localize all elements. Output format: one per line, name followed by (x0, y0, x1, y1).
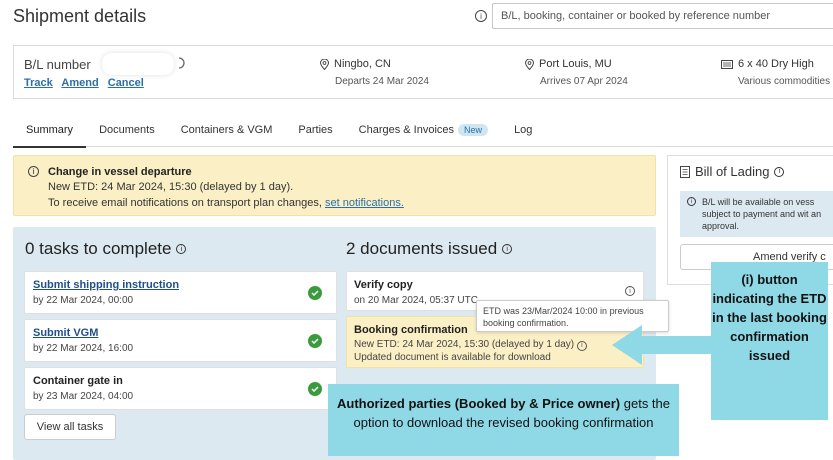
document-name: Verify copy (354, 279, 413, 291)
check-icon (308, 382, 322, 396)
documents-heading: 2 documents issued i (346, 239, 513, 259)
download-callout: Authorized parties (Booked by & Price ow… (328, 384, 679, 456)
tasks-heading: 0 tasks to complete i (25, 239, 187, 259)
tab-summary[interactable]: Summary (13, 118, 87, 148)
check-icon (308, 286, 322, 300)
tab-bar: Summary Documents Containers & VGM Parti… (13, 118, 833, 148)
bill-of-lading-note: i B/L will be available on vess subject … (680, 191, 833, 237)
alert-notification-text: To receive email notifications on transp… (48, 197, 404, 209)
document-date: on 20 Mar 2024, 05:37 UTC (354, 295, 478, 306)
page-title: Shipment details (13, 6, 147, 26)
copy-icon[interactable] (178, 57, 186, 72)
task-card: Submit shipping instruction by 22 Mar 20… (24, 271, 337, 314)
tab-log[interactable]: Log (501, 118, 545, 147)
search-bar: i (471, 3, 833, 29)
new-badge: New (458, 124, 489, 136)
info-icon[interactable]: i (176, 244, 187, 254)
tab-containers-vgm[interactable]: Containers & VGM (168, 118, 286, 147)
task-due-date: by 22 Mar 2024, 16:00 (33, 343, 134, 354)
etd-info-icon[interactable]: i (576, 340, 587, 351)
document-icon (680, 165, 690, 178)
task-due-date: by 23 Mar 2024, 04:00 (33, 391, 134, 402)
departure-date: Departs 24 Mar 2024 (335, 76, 429, 87)
shipment-summary-card: B/L number Track Amend Cancel Ningbo, CN… (13, 45, 833, 99)
updated-document-text: Updated document is available for downlo… (354, 352, 551, 363)
bill-of-lading-heading: Bill of Lading i (680, 164, 785, 179)
task-card: Container gate in by 23 Mar 2024, 04:00 (24, 367, 337, 410)
container-icon (721, 59, 733, 69)
new-etd-text: New ETD: 24 Mar 2024, 15:30 (delayed by … (354, 339, 587, 351)
equipment: 6 x 40 Dry High Various commodities (721, 58, 830, 87)
info-icon: i (28, 166, 39, 177)
location-pin-icon (320, 58, 329, 70)
bl-number-label: B/L number (24, 57, 91, 72)
info-icon: i (687, 197, 696, 206)
destination-city: Port Louis, MU (539, 58, 612, 70)
amend-link[interactable]: Amend (61, 77, 98, 89)
check-icon (308, 334, 322, 348)
info-icon[interactable]: i (625, 286, 635, 296)
document-name: Booking confirmation (354, 324, 468, 336)
origin: Ningbo, CN Departs 24 Mar 2024 (320, 58, 429, 87)
destination: Port Louis, MU Arrives 07 Apr 2024 (525, 58, 628, 87)
tab-charges-invoices[interactable]: Charges & Invoices New (346, 118, 501, 147)
info-icon[interactable]: i (502, 244, 513, 254)
submit-vgm-link[interactable]: Submit VGM (33, 327, 98, 339)
container-gate-in-label: Container gate in (33, 375, 123, 387)
redacted-bl-number (102, 53, 174, 75)
origin-city: Ningbo, CN (334, 58, 391, 70)
alert-title: Change in vessel departure (48, 166, 192, 178)
set-notifications-link[interactable]: set notifications. (325, 197, 404, 209)
location-pin-icon (525, 58, 534, 70)
info-icon[interactable]: i (774, 166, 785, 177)
arrival-date: Arrives 07 Apr 2024 (540, 76, 628, 87)
commodity-summary: Various commodities (738, 76, 831, 87)
info-icon[interactable]: i (475, 10, 487, 22)
cancel-link[interactable]: Cancel (108, 77, 144, 89)
task-card: Submit VGM by 22 Mar 2024, 16:00 (24, 319, 337, 362)
bl-actions: Track Amend Cancel (24, 77, 150, 89)
alert-etd-text: New ETD: 24 Mar 2024, 15:30 (delayed by … (48, 181, 294, 193)
tab-documents[interactable]: Documents (86, 118, 168, 147)
tab-parties[interactable]: Parties (285, 118, 345, 147)
vessel-departure-alert: i Change in vessel departure New ETD: 24… (13, 155, 656, 216)
callout-arrow (612, 325, 714, 365)
track-link[interactable]: Track (24, 77, 53, 89)
task-due-date: by 22 Mar 2024, 00:00 (33, 295, 134, 306)
search-input[interactable] (492, 3, 833, 29)
view-all-tasks-button[interactable]: View all tasks (24, 414, 116, 440)
etd-info-callout: (i) button indicating the ETD in the las… (711, 262, 828, 420)
submit-shipping-instruction-link[interactable]: Submit shipping instruction (33, 279, 179, 291)
equipment-summary: 6 x 40 Dry High (738, 58, 814, 70)
